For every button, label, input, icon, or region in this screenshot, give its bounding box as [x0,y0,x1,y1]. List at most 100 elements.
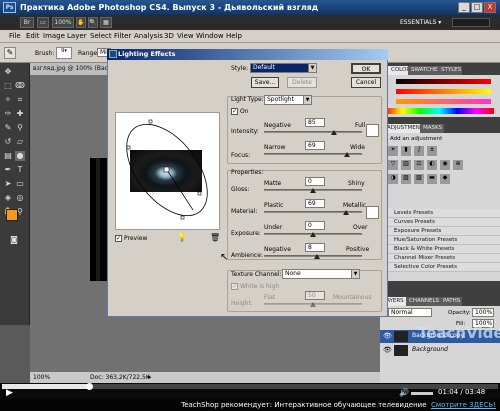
on-checkbox[interactable]: ✓ [231,108,238,115]
eyedropper-tool-icon[interactable]: ✑ [3,109,13,119]
healing-tool-icon[interactable]: ✚ [15,109,25,119]
hand-tool-icon[interactable]: ✋ [76,17,86,28]
layer-name[interactable]: Background [412,346,448,354]
menu-edit[interactable]: Edit [26,31,40,42]
tab-color[interactable]: COLOR [388,66,410,75]
blue-slider[interactable] [396,99,491,104]
menu-analysis[interactable]: Analysis [134,31,163,42]
clone-tool-icon[interactable]: ⚲ [15,123,25,133]
quick-select-tool-icon[interactable]: ✧ [3,95,13,105]
crop-tool-icon[interactable]: ⌗ [15,95,25,105]
height-thumb[interactable] [310,302,316,307]
red-slider[interactable] [396,79,491,84]
preset-levels[interactable]: Levels Presets [380,209,500,218]
preset-selective-color[interactable]: Selective Color Presets [380,263,500,272]
visibility-icon[interactable]: 👁 [383,332,392,340]
levels-icon[interactable]: ▮ [401,146,411,156]
preset-black-white[interactable]: Black & White Presets [380,245,500,254]
zoom-tool-icon[interactable]: 🔍 [88,17,98,28]
light-type-select[interactable]: Spotlight ▼ [264,95,312,105]
hue-saturation-icon[interactable]: ▥ [401,160,411,170]
style-select[interactable]: Default ▼ [250,63,317,73]
menu-view[interactable]: View [177,31,194,42]
ambience-thumb[interactable] [314,254,320,259]
ad-link[interactable]: Смотрите ЗДЕСЬ! [431,401,496,409]
black-white-icon[interactable]: ◐ [427,160,437,170]
delete-button[interactable]: Delete [287,77,317,88]
light-ellipse[interactable] [115,112,220,230]
preset-curves[interactable]: Curves Presets [380,218,500,227]
visibility-icon[interactable]: 👁 [383,346,392,354]
menu-select[interactable]: Select [90,31,112,42]
photo-filter-icon[interactable]: ◉ [440,160,450,170]
gradient-map-icon[interactable]: ▬ [427,174,437,184]
shape-tool-icon[interactable]: ▭ [15,179,25,189]
tab-masks[interactable]: MASKS [420,124,444,133]
menu-layer[interactable]: Layer [67,31,87,42]
tab-paths[interactable]: PATHS [440,297,462,306]
type-tool-icon[interactable]: T [15,165,25,175]
exposure-thumb[interactable] [310,232,316,237]
brush-picker[interactable]: 9▾ [56,47,72,59]
gradient-tool-icon[interactable]: ▤ [3,151,13,161]
ambient-color-swatch[interactable] [366,206,379,219]
texture-channel-select[interactable]: None ▼ [282,269,360,279]
menu-help[interactable]: Help [226,31,242,42]
blend-mode-select[interactable]: Normal [388,308,432,317]
ambience-field[interactable]: 8 [305,243,325,252]
status-menu-arrow-icon[interactable]: ▸ [148,373,152,381]
preset-hue-saturation[interactable]: Hue/Saturation Presets [380,236,500,245]
cancel-button[interactable]: Cancel [351,77,381,88]
move-tool-icon[interactable]: ✥ [3,67,13,77]
green-slider[interactable] [396,89,491,94]
marquee-tool-icon[interactable]: ⬚ [3,81,13,91]
ambience-slider[interactable] [264,255,362,257]
3d-orbit-tool-icon[interactable]: ◎ [15,193,25,203]
gloss-field[interactable]: 0 [305,177,325,186]
light-color-swatch[interactable] [366,124,379,137]
exposure-icon[interactable]: ± [427,146,437,156]
intensity-field[interactable]: 85 [305,118,325,127]
tab-swatches[interactable]: SWATCHES [408,66,441,75]
path-select-tool-icon[interactable]: ➤ [3,179,13,189]
intensity-thumb[interactable] [331,130,337,135]
intensity-slider[interactable] [264,131,362,133]
arrange-documents-icon[interactable]: ▦ [100,17,112,28]
tab-styles[interactable]: STYLES [438,66,462,75]
dodge-tool-icon[interactable]: ● [15,151,25,161]
menu-file[interactable]: File [9,31,21,42]
vibrance-icon[interactable]: ▽ [388,160,398,170]
menu-3d[interactable]: 3D [164,31,174,42]
view-extras-button[interactable]: ▭ [37,17,49,28]
tab-adjustments[interactable]: ADJUSTMENTS [384,124,427,133]
color-spectrum[interactable] [384,108,494,114]
menu-image[interactable]: Image [43,31,65,42]
ok-button[interactable]: OK [351,63,381,74]
preview-checkbox[interactable]: ✓ [115,235,122,242]
brush-tool-icon[interactable]: ✎ [3,123,13,133]
curves-icon[interactable]: ∫ [414,146,424,156]
zoom-level[interactable]: 100% [52,17,74,28]
preset-exposure[interactable]: Exposure Presets [380,227,500,236]
opacity-field[interactable]: 100% [472,308,494,317]
save-button[interactable]: Save... [251,77,279,88]
color-balance-icon[interactable]: ⚖ [414,160,424,170]
selective-color-icon[interactable]: ◆ [440,174,450,184]
white-is-high-checkbox[interactable]: ✓ [231,283,238,290]
gloss-thumb[interactable] [310,188,316,193]
exposure-field[interactable]: 0 [305,221,325,230]
tab-channels[interactable]: CHANNELS [406,297,440,306]
trash-icon[interactable]: 🗑 [210,233,220,242]
bridge-button[interactable]: Br [20,17,34,28]
material-field[interactable]: 69 [305,199,325,208]
posterize-icon[interactable]: ▨ [401,174,411,184]
invert-icon[interactable]: ◑ [388,174,398,184]
eraser-tool-icon[interactable]: ▱ [15,137,25,147]
volume-icon[interactable]: 🔊 [399,388,409,397]
threshold-icon[interactable]: ▧ [414,174,424,184]
brightness-icon[interactable]: ☀ [388,146,398,156]
3d-rotate-tool-icon[interactable]: ◈ [3,193,13,203]
seek-handle[interactable] [86,383,93,390]
material-thumb[interactable] [343,210,349,215]
focus-field[interactable]: 69 [305,141,325,150]
